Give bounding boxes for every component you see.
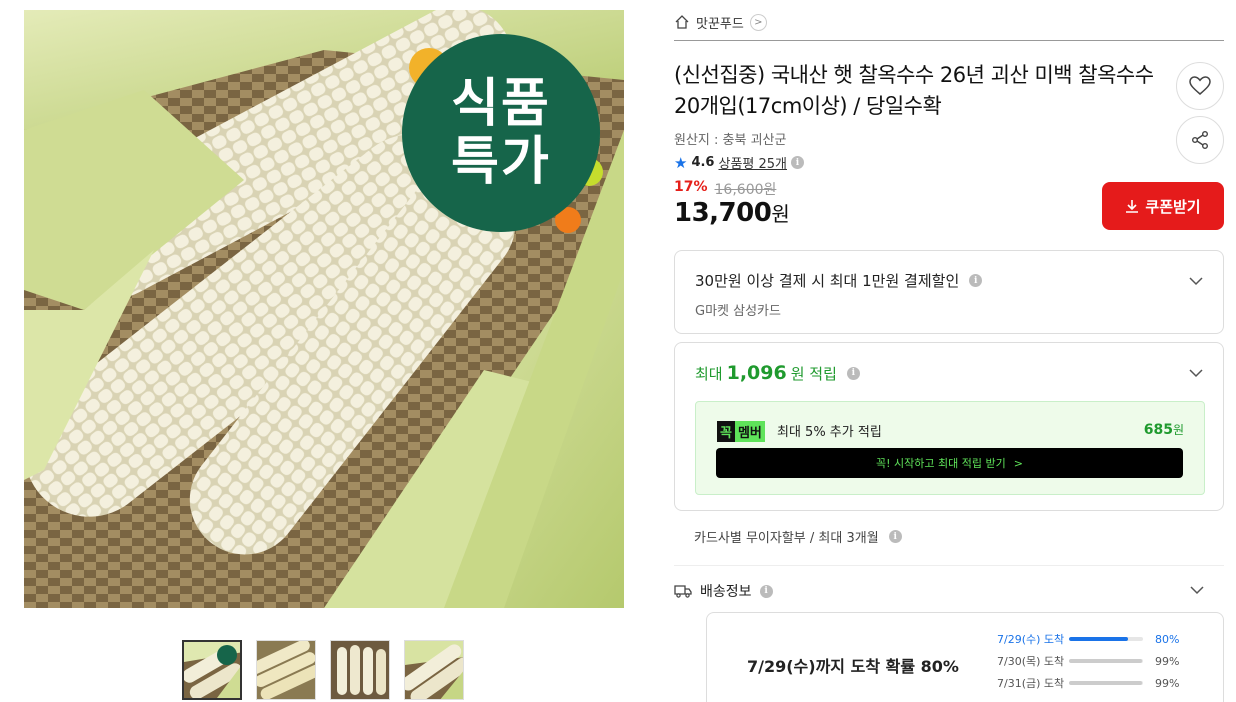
member-start-label: 꼭! 시작하고 최대 적립 받기 [876,457,1006,470]
sale-price-unit: 원 [771,202,790,226]
coupon-button[interactable]: 쿠폰받기 [1102,182,1224,230]
member-benefit-text: 최대 5% 추가 적립 [777,425,882,440]
thumbnail-3[interactable] [330,640,390,700]
chevron-down-icon[interactable] [1190,583,1204,597]
chevron-right-icon: > [1013,456,1023,470]
shipping-row-percent: 99% [1155,676,1180,690]
card-discount-subtitle: G마켓 삼성카드 [695,304,781,319]
points-panel: 최대 1,096 원 적립 i 꼭 멤버 최대 5% 추가 적립 685원 꼭! … [674,342,1224,511]
member-start-button[interactable]: 꼭! 시작하고 최대 적립 받기 > [716,448,1183,478]
chevron-right-icon: > [749,13,767,31]
member-logo-m: 멤버 [734,421,765,442]
truck-icon [674,585,692,598]
product-title: (신선집중) 국내산 햇 찰옥수수 26년 괴산 미백 찰옥수수 20개입(17… [674,63,1154,118]
shipping-row-percent: 99% [1155,654,1180,668]
origin-text: 원산지 : 충북 괴산군 [674,133,787,148]
badge-line1: 식품 [451,74,551,134]
food-sale-badge: 식품 특가 [402,34,600,232]
chevron-down-icon[interactable] [1189,274,1203,288]
discount-rate: 17% [674,179,708,195]
thumbnail-2[interactable] [256,640,316,700]
points-amount: 1,096 [726,362,787,384]
divider [674,565,1224,566]
member-logo-k: 꼭 [717,421,735,442]
thumbnail-badge-icon [217,645,237,665]
points-suffix: 원 적립 [790,364,837,383]
shipping-headline: 7/29(수)까지 도착 확률 80% [747,657,959,676]
shipping-row: 7/29(수) 도착 80% [997,631,1179,647]
wishlist-button[interactable] [1176,62,1224,110]
star-icon: ★ [674,153,688,172]
installment-text: 카드사별 무이자할부 / 최대 3개월 [694,531,879,546]
shipping-row: 7/31(금) 도착 99% [997,675,1179,691]
shipping-row-bar [1069,637,1143,641]
rating: ★ 4.6 상품평 25개 i [674,153,804,172]
reviews-link[interactable]: 상품평 25개 [718,153,787,172]
info-icon[interactable]: i [791,156,804,169]
shipping-row-fill [1069,637,1129,641]
price-discount-row: 17% 16,600원 [674,179,776,199]
installment-info: 카드사별 무이자할부 / 최대 3개월 i [694,527,902,546]
info-icon[interactable]: i [969,274,983,287]
member-benefit-box: 꼭 멤버 최대 5% 추가 적립 685원 꼭! 시작하고 최대 적립 받기 > [695,401,1205,495]
original-price: 16,600원 [714,182,777,198]
chevron-down-icon[interactable] [1189,366,1203,380]
shipping-row-fill [1069,659,1143,663]
shipping-row-date: 7/30(목) 도착 [997,655,1065,668]
store-name: 맛꾼푸드 [696,16,744,32]
coupon-label: 쿠폰받기 [1145,197,1201,216]
shipping-title: 배송정보 [700,584,752,600]
info-icon[interactable]: i [759,584,773,598]
points-prefix: 최대 [695,364,723,383]
share-button[interactable] [1176,116,1224,164]
member-benefit-amount: 685원 [1144,421,1184,438]
shipping-row-bar [1069,659,1143,663]
member-logo: 꼭 멤버 [717,421,765,442]
shipping-row-date: 7/29(수) 도착 [997,633,1065,646]
shipping-header[interactable]: 배송정보 i [674,581,773,601]
member-amount-unit: 원 [1172,423,1184,437]
divider [674,40,1224,41]
share-icon [1192,131,1208,149]
home-icon [675,15,689,29]
sale-price: 13,700원 [674,198,790,228]
download-icon [1126,200,1139,213]
card-discount-panel[interactable]: 30만원 이상 결제 시 최대 1만원 결제할인 i G마켓 삼성카드 [674,250,1224,334]
info-icon[interactable]: i [846,366,860,380]
product-main-image: 식품 특가 [24,10,624,608]
shipping-estimate-box: 7/29(수)까지 도착 확률 80% 7/29(수) 도착 80% 7/30(… [706,612,1224,702]
shipping-row-date: 7/31(금) 도착 [997,677,1065,690]
store-link[interactable]: 맛꾼푸드 > [674,10,767,34]
sale-price-value: 13,700 [674,198,772,228]
info-icon[interactable]: i [888,530,902,543]
thumbnail-4[interactable] [404,640,464,700]
rating-score: 4.6 [691,155,715,170]
shipping-row-percent: 80% [1155,632,1180,646]
shipping-row-bar [1069,681,1143,685]
badge-line2: 특가 [451,132,551,192]
card-discount-title: 30만원 이상 결제 시 최대 1만원 결제할인 [695,272,960,290]
member-amount-value: 685 [1143,422,1173,438]
heart-icon [1189,76,1211,95]
shipping-row-fill [1069,681,1143,685]
thumbnail-1[interactable] [182,640,242,700]
thumbnail-list [182,640,464,700]
shipping-row: 7/30(목) 도착 99% [997,653,1179,669]
